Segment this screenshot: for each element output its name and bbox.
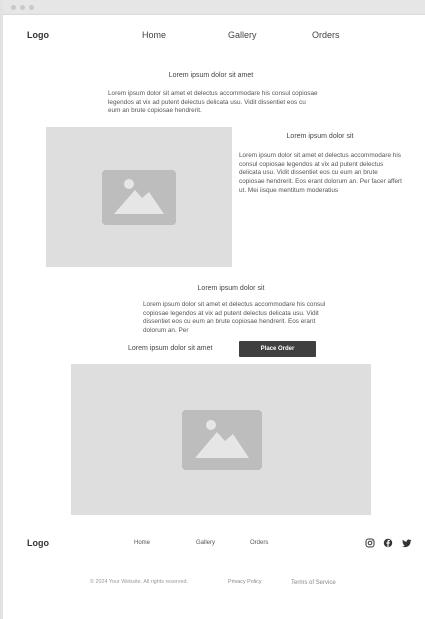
- nav-orders-link[interactable]: Orders: [312, 30, 340, 40]
- terms-of-service-link[interactable]: Terms of Service: [291, 580, 336, 586]
- order-heading: Lorem ipsum dolor sit: [197, 285, 265, 292]
- order-image: [71, 364, 371, 515]
- privacy-policy-link[interactable]: Privacy Policy: [228, 579, 262, 585]
- footer-home-link[interactable]: Home: [134, 540, 150, 546]
- intro-heading: Lorem ipsum dolor sit amet: [168, 72, 254, 79]
- nav-gallery-link[interactable]: Gallery: [228, 30, 257, 40]
- facebook-icon[interactable]: [383, 538, 393, 548]
- page: Logo Home Gallery Orders Lorem ipsum dol…: [0, 0, 425, 619]
- order-cta-label: Lorem ipsum dolor sit amet: [128, 345, 213, 352]
- feature-image: [46, 127, 232, 267]
- header-logo[interactable]: Logo: [27, 30, 49, 40]
- footer-gallery-link[interactable]: Gallery: [196, 540, 215, 546]
- feature-text: Lorem ipsum dolor sit amet et delectus a…: [239, 152, 402, 194]
- window-dot-icon: [11, 5, 16, 10]
- image-placeholder-icon: [182, 410, 262, 470]
- footer-copyright: © 2024 Your Website. All rights reserved…: [90, 579, 188, 585]
- order-text: Lorem ipsum dolor sit amet et delectus a…: [143, 301, 326, 334]
- footer-orders-link[interactable]: Orders: [250, 540, 268, 546]
- feature-heading: Lorem ipsum dolor sit: [286, 133, 354, 140]
- place-order-button[interactable]: Place Order: [239, 341, 316, 357]
- intro-text: Lorem ipsum dolor sit amet et delectus a…: [108, 90, 318, 115]
- twitter-icon[interactable]: [402, 538, 412, 548]
- footer-logo[interactable]: Logo: [27, 538, 49, 548]
- image-placeholder-icon: [102, 170, 176, 225]
- instagram-icon[interactable]: [365, 538, 375, 548]
- window-chrome: [3, 0, 425, 15]
- window-dot-icon: [29, 5, 34, 10]
- window-dot-icon: [20, 5, 25, 10]
- nav-home-link[interactable]: Home: [142, 30, 166, 40]
